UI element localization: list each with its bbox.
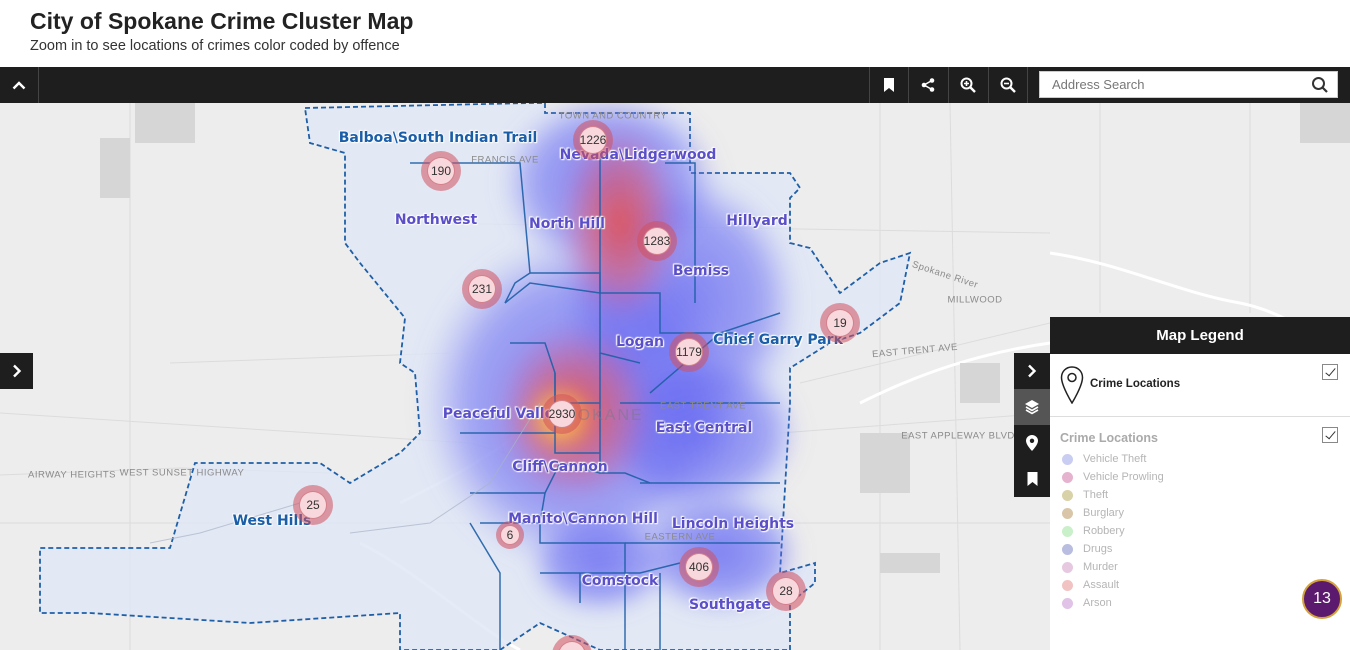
legend-side-tools (1014, 353, 1050, 497)
cluster-count: 28 (772, 577, 800, 605)
crime-cluster-marker[interactable]: 2930 (542, 394, 582, 434)
legend-layer-label: Crime Locations (1090, 378, 1181, 390)
bookmark-icon (884, 78, 894, 92)
page-subtitle: Zoom in to see locations of crimes color… (30, 38, 400, 54)
cluster-count: 1179 (675, 338, 703, 366)
street-label-town-and-country: TOWN AND COUNTRY (558, 110, 668, 122)
cluster-count: 406 (685, 553, 713, 581)
chevron-up-icon (12, 81, 26, 90)
zoom-out-button[interactable] (988, 67, 1027, 103)
address-search-input[interactable] (1040, 72, 1300, 97)
map-toolbar (0, 67, 1350, 103)
chevron-right-icon (12, 364, 21, 378)
street-label-eastern-ave: EASTERN AVE (644, 531, 716, 543)
cluster-count: 1226 (579, 126, 607, 154)
neighborhood-label: Cliff\Cannon (512, 459, 608, 475)
crime-cluster-marker[interactable]: 406 (679, 547, 719, 587)
neighborhood-label: Logan (616, 334, 664, 350)
crime-cluster-marker[interactable]: 231 (462, 269, 502, 309)
crime-cluster-marker[interactable]: 1179 (669, 332, 709, 372)
cluster-count: 19 (826, 309, 854, 337)
section-visibility-checkbox[interactable] (1322, 427, 1338, 443)
collapse-legend-button[interactable] (1014, 353, 1050, 389)
legend-swatch (1062, 543, 1073, 555)
toolbar-divider (1027, 67, 1029, 103)
cluster-count: 190 (427, 157, 455, 185)
share-button[interactable] (908, 67, 947, 103)
legend-swatch (1062, 507, 1073, 519)
notification-badge[interactable]: 13 (1302, 579, 1342, 619)
layer-visibility-checkbox[interactable] (1322, 364, 1338, 380)
page-header: City of Spokane Crime Cluster Map Zoom i… (0, 0, 1350, 67)
neighborhood-label: Lincoln Heights (671, 516, 795, 532)
street-label-millwood: MILLWOOD (947, 294, 1003, 306)
legend-swatch (1062, 525, 1073, 537)
zoom-out-icon (1000, 77, 1016, 93)
street-label-francis-ave: FRANCIS AVE (471, 154, 539, 166)
legend-item: Vehicle Theft (1062, 451, 1146, 467)
open-left-panel-button[interactable] (0, 353, 33, 389)
cluster-count: 2930 (548, 400, 576, 428)
crime-cluster-marker[interactable]: 25 (293, 485, 333, 525)
collapse-header-button[interactable] (0, 67, 39, 103)
legend-swatch (1062, 489, 1073, 501)
legend-item: Vehicle Prowling (1062, 469, 1164, 485)
layers-button[interactable] (1014, 389, 1050, 425)
search-icon[interactable] (1311, 76, 1329, 94)
legend-layer-row: Crime Locations (1050, 354, 1350, 417)
street-label-east-appleway-blvd: EAST APPLEWAY BLVD (901, 430, 1015, 442)
cluster-count: 231 (468, 275, 496, 303)
legend-swatch (1062, 561, 1073, 573)
layers-icon (1025, 400, 1039, 415)
page-title: City of Spokane Crime Cluster Map (30, 8, 414, 34)
address-search (1039, 71, 1338, 98)
share-icon (921, 78, 935, 92)
legend-swatch (1062, 471, 1073, 483)
location-pin-icon (1026, 435, 1038, 451)
legend-item: Arson (1062, 595, 1112, 611)
crime-cluster-marker[interactable]: 28 (766, 571, 806, 611)
legend-item: Robbery (1062, 523, 1125, 539)
zoom-in-button[interactable] (948, 67, 987, 103)
neighborhood-label: Northwest (394, 212, 478, 228)
legend-item: Assault (1062, 577, 1119, 593)
crime-cluster-marker[interactable]: 190 (421, 151, 461, 191)
legend-title: Map Legend (1050, 317, 1350, 354)
neighborhood-label: Hillyard (726, 213, 788, 229)
bookmark-icon (1027, 472, 1037, 486)
neighborhood-label: Balboa\South Indian Trail (338, 130, 538, 146)
legend-swatch (1062, 453, 1073, 465)
street-label-airway-heights: AIRWAY HEIGHTS (28, 469, 116, 481)
neighborhood-label: Comstock (581, 573, 659, 589)
neighborhood-label: Manito\Cannon Hill (508, 511, 658, 527)
street-label-east-trent-ave-2: EAST TRENT AVE (659, 400, 747, 412)
map-pin-outline-icon (1060, 366, 1084, 404)
locate-button[interactable] (1014, 425, 1050, 461)
cluster-count: 1283 (643, 227, 671, 255)
legend-item: Drugs (1062, 541, 1112, 557)
legend-item: Murder (1062, 559, 1118, 575)
legend-swatch (1062, 597, 1073, 609)
neighborhood-label: North Hill (529, 216, 605, 232)
bookmarks-button[interactable] (869, 67, 908, 103)
crime-cluster-marker[interactable]: 19 (820, 303, 860, 343)
side-bookmarks-button[interactable] (1014, 461, 1050, 497)
legend-item: Burglary (1062, 505, 1124, 521)
crime-cluster-marker[interactable]: 1283 (637, 221, 677, 261)
neighborhood-label: Bemiss (672, 263, 730, 279)
cluster-count: 25 (299, 491, 327, 519)
neighborhood-label: East Central (655, 420, 753, 436)
zoom-in-icon (960, 77, 976, 93)
legend-section-title: Crime Locations (1060, 431, 1158, 445)
legend-item: Theft (1062, 487, 1108, 503)
crime-cluster-marker[interactable]: 1226 (573, 120, 613, 160)
cluster-count: 6 (500, 525, 520, 545)
crime-cluster-marker[interactable]: 6 (496, 521, 524, 549)
cluster-count: 80 (558, 641, 586, 650)
chevron-right-icon (1028, 364, 1037, 378)
neighborhood-label: Southgate (689, 597, 771, 613)
legend-swatch (1062, 579, 1073, 591)
street-label-west-sunset-highway: WEST SUNSET HIGHWAY (119, 467, 245, 479)
